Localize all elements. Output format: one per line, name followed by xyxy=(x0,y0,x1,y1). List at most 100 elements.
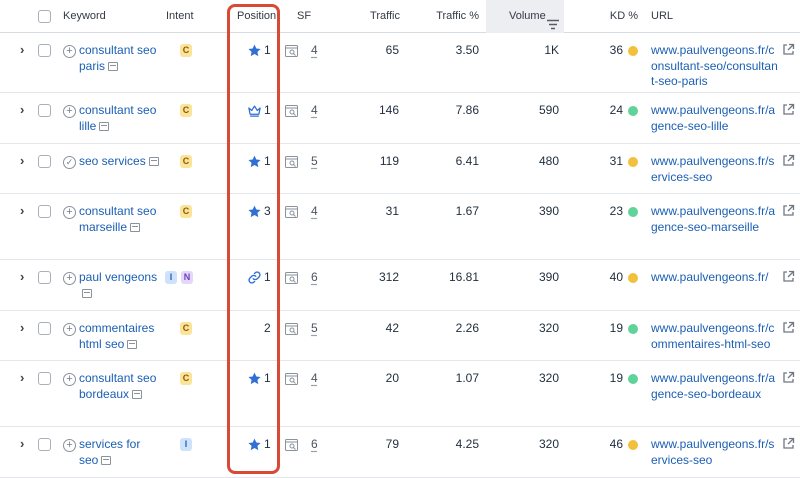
serp-features-icon[interactable] xyxy=(285,373,298,385)
row-checkbox[interactable] xyxy=(38,155,51,168)
add-keyword-icon[interactable]: + xyxy=(63,323,76,336)
external-link-icon[interactable] xyxy=(782,437,795,450)
add-keyword-icon[interactable]: + xyxy=(63,45,76,58)
serp-snapshot-icon[interactable] xyxy=(127,339,138,349)
external-link-icon[interactable] xyxy=(782,270,795,283)
serp-features-icon[interactable] xyxy=(285,272,298,284)
keyword-link[interactable]: consultant seo bordeaux xyxy=(79,371,163,402)
serp-features-icon[interactable] xyxy=(285,439,298,451)
kd-value: 23 xyxy=(609,204,623,218)
traffic-value: 79 xyxy=(385,437,399,451)
serp-features-icon[interactable] xyxy=(285,323,298,335)
serp-features-icon[interactable] xyxy=(285,156,298,168)
keyword-text[interactable]: consultant seo marseille xyxy=(79,204,156,234)
traffic-pct-value: 4.25 xyxy=(455,437,479,451)
external-link-icon[interactable] xyxy=(782,204,795,217)
serp-features-count[interactable]: 4 xyxy=(311,204,318,219)
add-keyword-icon[interactable]: + xyxy=(63,105,76,118)
header-intent[interactable]: Intent xyxy=(166,0,194,33)
chevron-right-icon[interactable]: › xyxy=(20,321,30,334)
keyword-text[interactable]: commentaires html seo xyxy=(79,321,154,351)
ranking-url-link[interactable]: www.paulvengeons.fr/ xyxy=(651,270,779,286)
row-checkbox[interactable] xyxy=(38,104,51,117)
serp-snapshot-icon[interactable] xyxy=(132,389,143,399)
serp-features-icon[interactable] xyxy=(285,206,298,218)
add-keyword-icon[interactable]: + xyxy=(63,272,76,285)
header-url[interactable]: URL xyxy=(651,0,673,33)
header-traffic[interactable]: Traffic xyxy=(360,0,400,33)
keyword-text[interactable]: seo services xyxy=(79,154,146,168)
header-volume[interactable]: Volume xyxy=(509,0,546,33)
serp-snapshot-icon[interactable] xyxy=(108,61,119,71)
chevron-right-icon[interactable]: › xyxy=(20,103,30,116)
row-checkbox[interactable] xyxy=(38,44,51,57)
ranking-url-link[interactable]: www.paulvengeons.fr/agence-seo-bordeaux xyxy=(651,371,779,402)
traffic-value: 20 xyxy=(385,371,399,385)
external-link-icon[interactable] xyxy=(782,154,795,167)
header-keyword[interactable]: Keyword xyxy=(63,0,106,33)
external-link-icon[interactable] xyxy=(782,103,795,116)
traffic-pct-value: 3.50 xyxy=(455,43,479,57)
row-checkbox[interactable] xyxy=(38,322,51,335)
keyword-link[interactable]: services for seo xyxy=(79,437,163,468)
row-checkbox[interactable] xyxy=(38,205,51,218)
sort-desc-icon[interactable] xyxy=(547,11,559,30)
serp-snapshot-icon[interactable] xyxy=(82,288,92,298)
ranking-url-link[interactable]: www.paulvengeons.fr/commentaires-html-se… xyxy=(651,321,779,352)
external-link-icon[interactable] xyxy=(782,371,795,384)
header-traffic-pct[interactable]: Traffic % xyxy=(420,0,479,33)
serp-features-count[interactable]: 5 xyxy=(311,321,318,336)
serp-features-count[interactable]: 4 xyxy=(311,43,318,58)
serp-features-count[interactable]: 5 xyxy=(311,154,318,169)
ranking-url-link[interactable]: www.paulvengeons.fr/services-seo xyxy=(651,154,779,185)
serp-snapshot-icon[interactable] xyxy=(148,157,159,166)
keyword-added-icon[interactable]: ✓ xyxy=(63,156,76,169)
add-keyword-icon[interactable]: + xyxy=(63,373,76,386)
keyword-link[interactable]: consultant seo lille xyxy=(79,103,163,134)
kd-difficulty-dot xyxy=(628,324,638,334)
serp-features-count[interactable]: 6 xyxy=(311,437,318,452)
serp-features-count[interactable]: 4 xyxy=(311,371,318,386)
keyword-link[interactable]: consultant seo paris xyxy=(79,43,163,74)
traffic-value: 31 xyxy=(385,204,399,218)
chevron-right-icon[interactable]: › xyxy=(20,154,30,167)
chevron-right-icon[interactable]: › xyxy=(20,371,30,384)
external-link-icon[interactable] xyxy=(782,43,795,56)
chevron-right-icon[interactable]: › xyxy=(20,43,30,56)
row-checkbox[interactable] xyxy=(38,372,51,385)
serp-features-icon[interactable] xyxy=(285,105,298,117)
traffic-value: 119 xyxy=(379,154,399,168)
keyword-text[interactable]: consultant seo bordeaux xyxy=(79,371,156,401)
header-sf[interactable]: SF xyxy=(297,0,311,33)
keyword-link[interactable]: seo services xyxy=(79,154,163,170)
ranking-url-link[interactable]: www.paulvengeons.fr/consultant-seo/consu… xyxy=(651,43,779,90)
keyword-text[interactable]: paul vengeons xyxy=(79,270,157,284)
row-checkbox[interactable] xyxy=(38,438,51,451)
row-checkbox[interactable] xyxy=(38,271,51,284)
chevron-right-icon[interactable]: › xyxy=(20,204,30,217)
external-link-icon[interactable] xyxy=(782,321,795,334)
serp-features-count[interactable]: 6 xyxy=(311,270,318,285)
select-all-checkbox[interactable] xyxy=(38,10,51,23)
ranking-url-link[interactable]: www.paulvengeons.fr/agence-seo-marseille xyxy=(651,204,779,235)
intent-badge-c: C xyxy=(180,155,192,168)
kd-value: 31 xyxy=(609,154,623,168)
add-keyword-icon[interactable]: + xyxy=(63,206,76,219)
serp-features-count[interactable]: 4 xyxy=(311,103,318,118)
keyword-link[interactable]: commentaires html seo xyxy=(79,321,163,352)
keyword-link[interactable]: consultant seo marseille xyxy=(79,204,163,235)
keyword-link[interactable]: paul vengeons xyxy=(79,270,163,301)
ranking-url-link[interactable]: www.paulvengeons.fr/agence-seo-lille xyxy=(651,103,779,134)
add-keyword-icon[interactable]: + xyxy=(63,439,76,452)
keyword-text[interactable]: consultant seo lille xyxy=(79,103,156,133)
serp-snapshot-icon[interactable] xyxy=(101,455,112,465)
serp-features-icon[interactable] xyxy=(285,45,298,57)
serp-snapshot-icon[interactable] xyxy=(99,121,110,131)
ranking-url-link[interactable]: www.paulvengeons.fr/services-seo xyxy=(651,437,779,468)
chevron-right-icon[interactable]: › xyxy=(20,270,30,283)
serp-snapshot-icon[interactable] xyxy=(130,222,141,232)
chevron-right-icon[interactable]: › xyxy=(20,437,30,450)
traffic-value: 146 xyxy=(378,103,399,117)
header-kd[interactable]: KD % xyxy=(600,0,638,33)
header-position[interactable]: Position xyxy=(237,0,276,33)
